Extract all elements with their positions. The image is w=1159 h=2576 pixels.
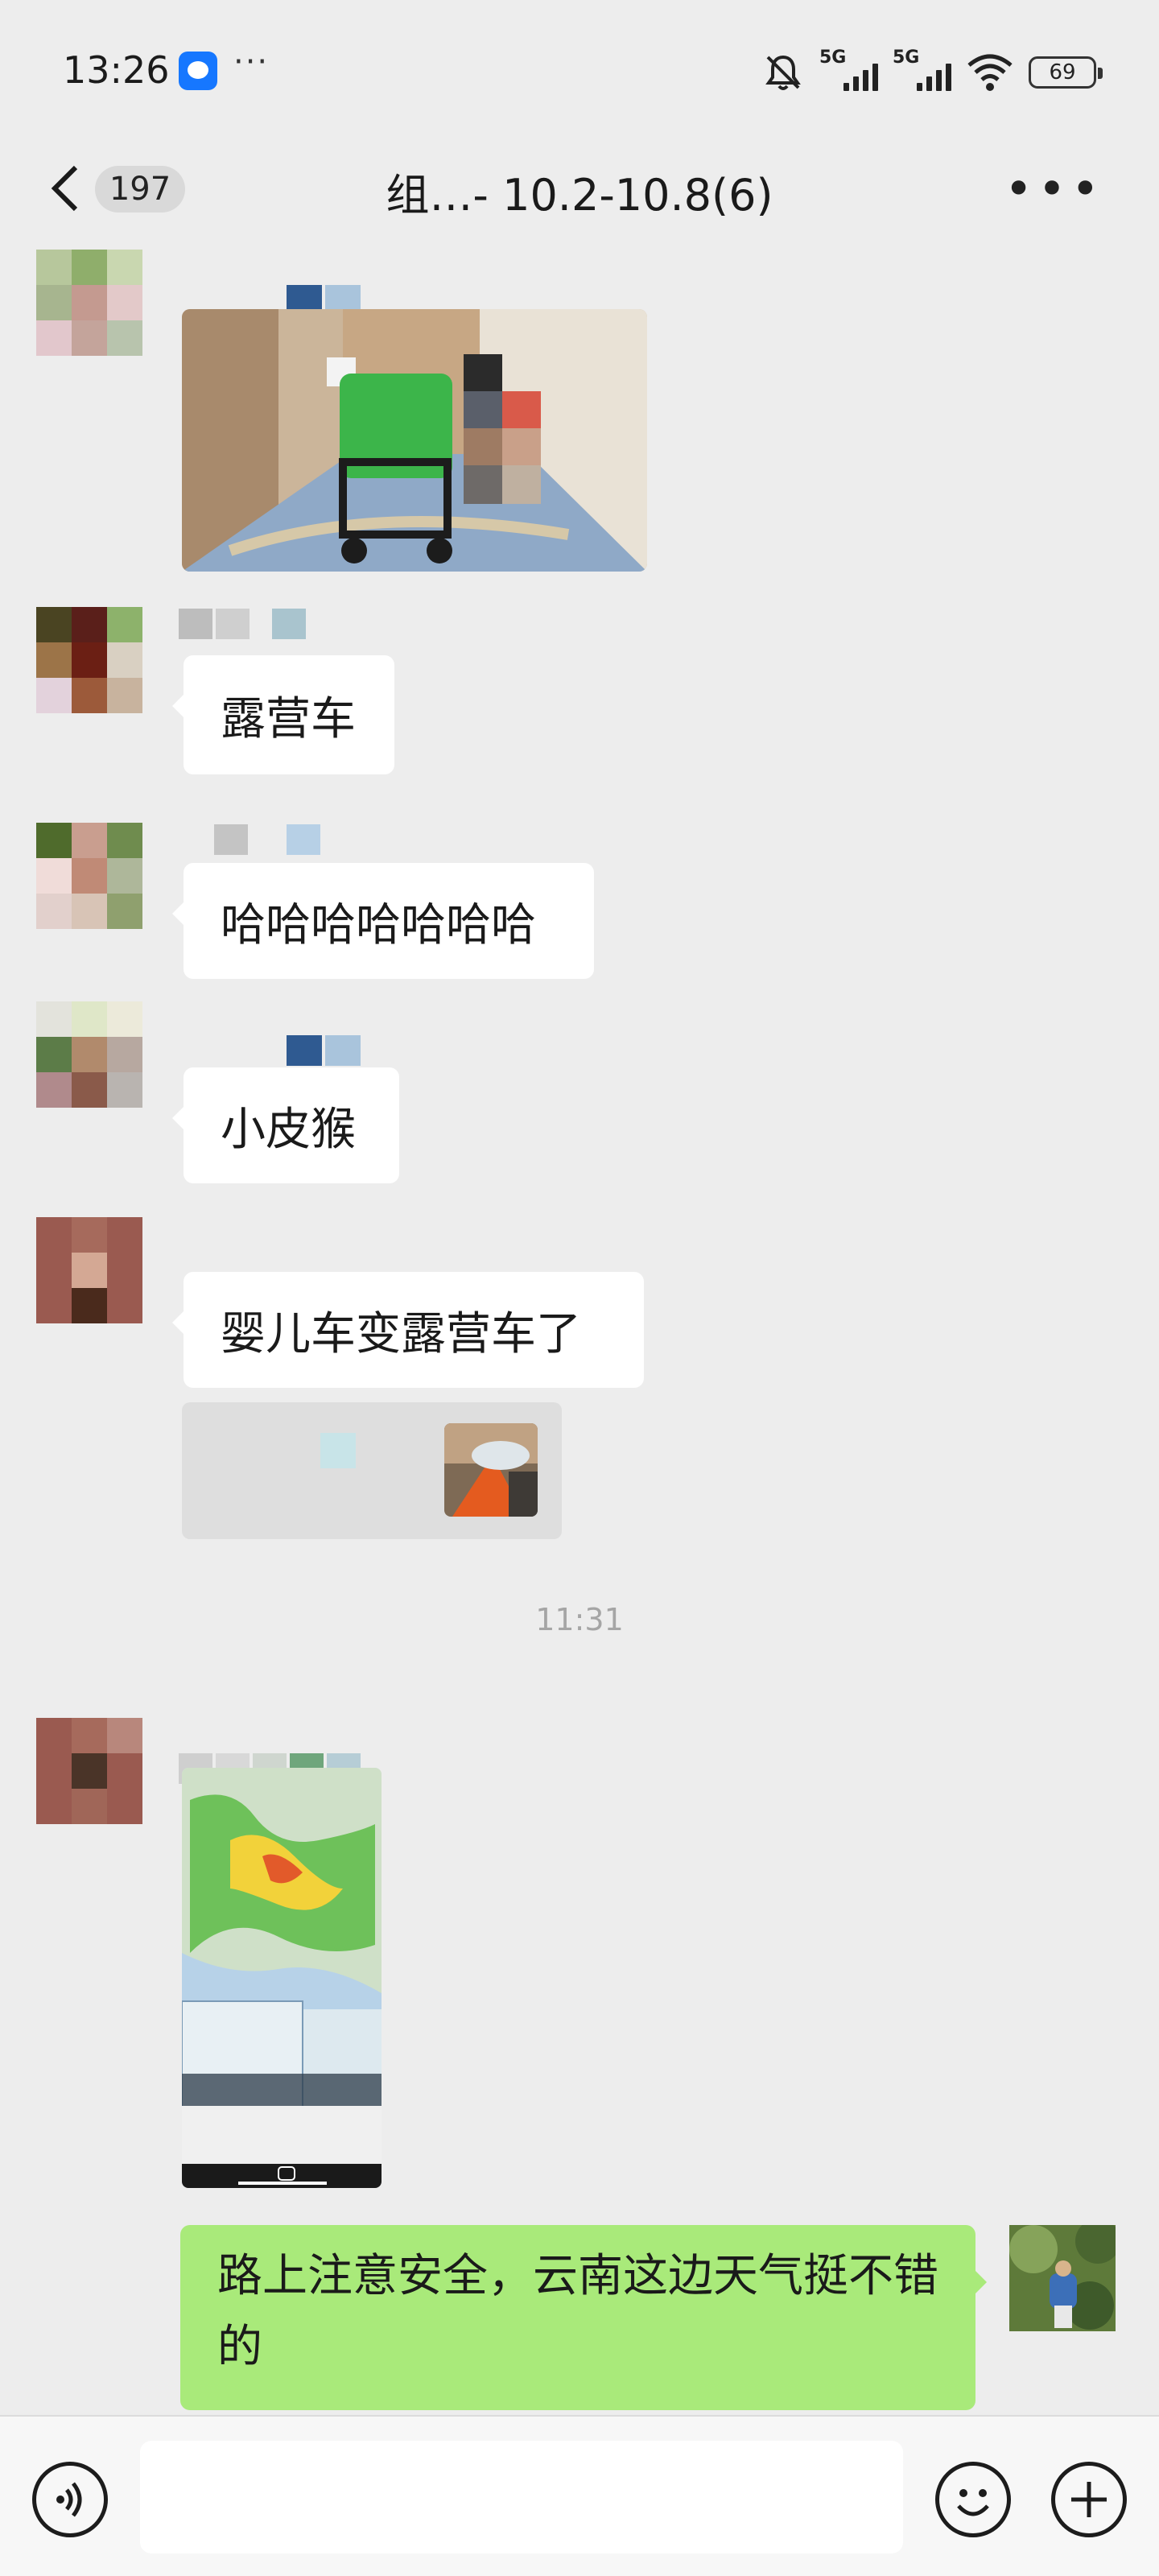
chat-header: 197 组…- 10.2-10.8(6) •••: [0, 137, 1159, 242]
signal-icon: 5G: [893, 47, 951, 91]
signal-1-label: 5G: [819, 47, 847, 68]
quoted-sender: [320, 1433, 356, 1468]
input-bar: [0, 2415, 1159, 2576]
signal-icon: 5G: [819, 47, 878, 91]
signal-2-label: 5G: [893, 47, 920, 68]
mute-icon: [765, 55, 801, 90]
avatar[interactable]: [36, 1217, 142, 1323]
avatar[interactable]: [36, 1001, 142, 1108]
message-bubble[interactable]: 小皮猴: [172, 1067, 399, 1183]
my-message-bubble[interactable]: 路上注意安全，云南这边天气挺不错的: [180, 2225, 987, 2410]
quoted-image[interactable]: [444, 1423, 538, 1517]
message-input[interactable]: [140, 2441, 903, 2553]
chat-screen: 13:26 ··· 5G 5G 69 197 组…- 10.2-10.8(6) …: [0, 0, 1159, 2576]
avatar[interactable]: [36, 250, 142, 356]
avatar[interactable]: [36, 607, 142, 713]
plus-icon[interactable]: [1051, 2462, 1127, 2537]
message-bubble[interactable]: 婴儿车变露营车了: [172, 1272, 644, 1388]
sender-name: [287, 1035, 361, 1066]
quoted-message[interactable]: [182, 1402, 562, 1539]
voice-icon[interactable]: [32, 2462, 108, 2537]
status-bar: 13:26 ··· 5G 5G 69: [0, 0, 1159, 137]
message-image[interactable]: [182, 1768, 382, 2188]
battery-level: 69: [1049, 60, 1076, 85]
more-icon[interactable]: •••: [1004, 165, 1104, 213]
sender-name: [179, 609, 306, 639]
message-bubble[interactable]: 露营车: [172, 655, 394, 774]
battery-icon: 69: [1029, 56, 1103, 89]
qq-app-icon: [179, 52, 217, 90]
message-bubble[interactable]: 哈哈哈哈哈哈哈: [172, 863, 594, 979]
chat-title[interactable]: 组…- 10.2-10.8(6): [0, 159, 1159, 223]
message-image[interactable]: [182, 309, 647, 572]
emoji-icon[interactable]: [935, 2462, 1011, 2537]
timestamp: 11:31: [535, 1602, 624, 1637]
avatar[interactable]: [36, 823, 142, 929]
status-icons: 5G 5G 69: [761, 47, 1103, 95]
my-avatar[interactable]: [1009, 2225, 1116, 2331]
status-time: 13:26: [63, 48, 170, 92]
more-notifications-icon: ···: [233, 43, 270, 80]
wifi-icon: [967, 54, 1013, 91]
avatar[interactable]: [36, 1718, 142, 1824]
sender-name: [214, 824, 320, 855]
